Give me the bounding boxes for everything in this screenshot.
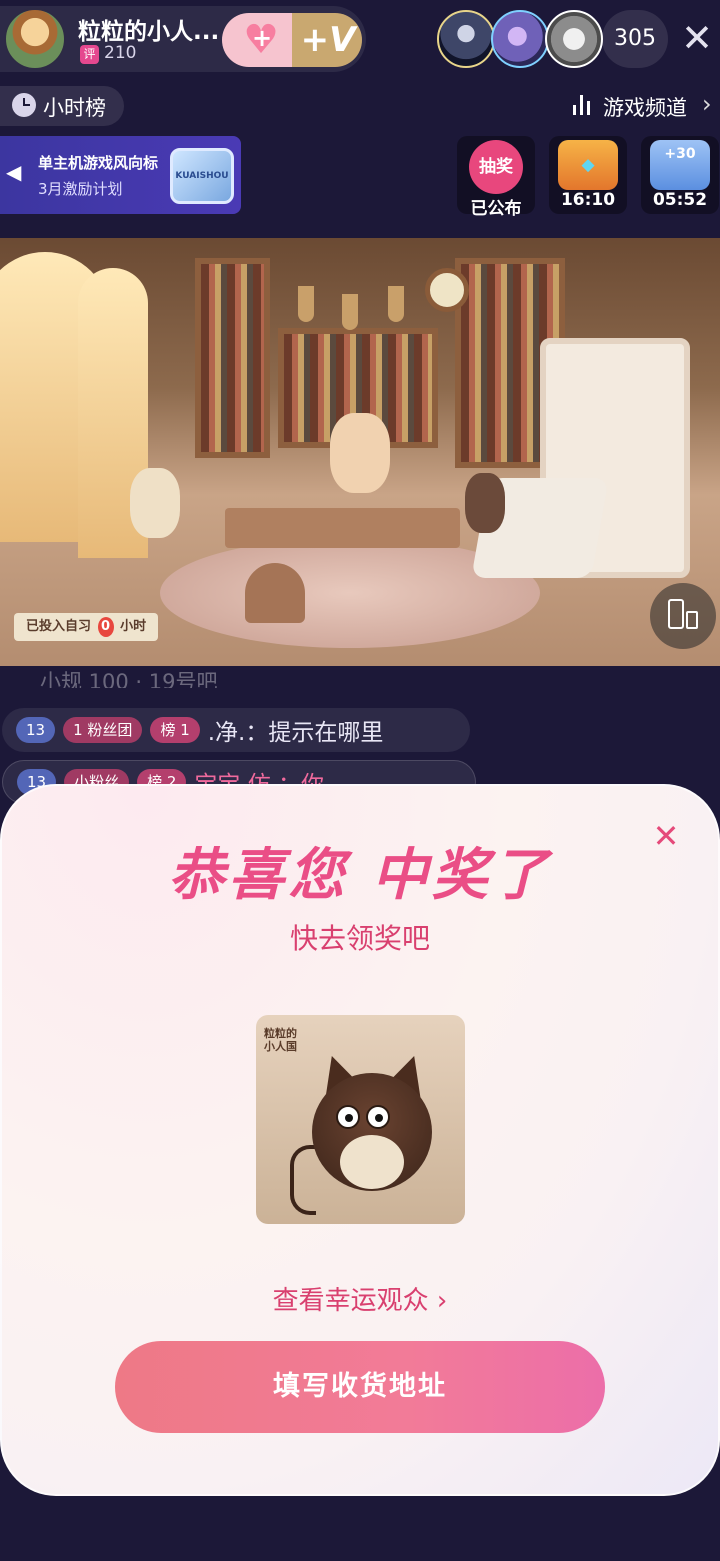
tv-icon: KUAISHOU — [170, 148, 234, 204]
banner-subtitle: 3月激励计划 — [38, 180, 123, 198]
fan-level: 1 — [73, 721, 83, 739]
chat-message[interactable]: 13 1 粉丝团 榜 1 .净.：提示在哪里 — [2, 708, 470, 752]
host-name[interactable]: 粒粒的小人... — [78, 12, 218, 46]
user-level-badge: 13 — [16, 717, 56, 743]
hourly-rank-label: 小时榜 — [43, 96, 106, 120]
viewer-avatar[interactable] — [437, 10, 495, 68]
lottery-activity[interactable]: 抽奖 已公布 — [457, 136, 535, 219]
study-hours-value: 0 — [97, 617, 114, 637]
popularity-activity[interactable]: +30 05:52 — [641, 136, 719, 214]
live-video-stream[interactable] — [0, 238, 720, 666]
lottery-icon: 抽奖 — [469, 140, 523, 194]
treasure-chest-icon: ◆ — [558, 140, 618, 190]
view-lucky-audience-link[interactable]: 查看幸运观众 › — [0, 1280, 720, 1317]
follow-button[interactable]: ♥ + +V — [222, 13, 362, 67]
close-live-button[interactable]: ✕ — [677, 16, 717, 60]
wall-clock-image — [425, 268, 469, 312]
rank-badge: 榜 1 — [150, 717, 200, 743]
study-hours-prefix: 已投入自习 — [26, 619, 92, 634]
lottery-status: 已公布 — [470, 199, 522, 219]
rotate-screen-button[interactable] — [650, 583, 716, 649]
banner-title: 单主机游戏风向标 — [38, 154, 159, 172]
prize-image: 粒粒的小人国 — [256, 1015, 465, 1224]
fill-shipping-address-button[interactable]: 填写收货地址 — [115, 1341, 605, 1433]
treasure-timer: 16:10 — [560, 190, 616, 210]
chat-message-faded: 小规 100 · 19号吧 — [40, 670, 218, 688]
host-score: 210 — [104, 43, 137, 63]
popularity-boost-icon: +30 — [650, 140, 710, 190]
study-hours-suffix: 小时 — [120, 619, 147, 634]
clock-icon — [12, 93, 36, 117]
viewer-avatar[interactable] — [491, 10, 549, 68]
treasure-chest-activity[interactable]: ◆ 16:10 — [549, 136, 627, 214]
collapse-arrow-icon[interactable]: ◀ — [6, 160, 21, 184]
fan-club-badge: 1 粉丝团 — [63, 717, 143, 743]
follow-plus-label: + — [252, 24, 273, 52]
viewer-avatar[interactable] — [545, 10, 603, 68]
dialog-subtitle: 快去领奖吧 — [289, 922, 430, 955]
dialog-title: 恭喜您 中奖了 — [168, 843, 552, 908]
host-rating-badge: 评 — [80, 45, 99, 64]
chat-text: .净.：提示在哪里 — [207, 720, 384, 746]
study-hours-tag: 已投入自习 0 小时 — [14, 613, 159, 641]
host-avatar[interactable] — [4, 8, 66, 70]
bar-chart-icon — [573, 95, 595, 115]
fan-club-label: 粉丝团 — [87, 721, 133, 739]
viewer-count[interactable]: 305 — [602, 10, 668, 68]
prize-brand-logo: 粒粒的小人国 — [264, 1027, 297, 1053]
chevron-right-icon: › — [702, 90, 712, 118]
phone-rotate-icon — [668, 599, 684, 629]
vip-label: +V — [300, 20, 356, 60]
popularity-timer: 05:52 — [652, 190, 708, 210]
game-channel-link[interactable]: 游戏频道 — [603, 92, 687, 122]
